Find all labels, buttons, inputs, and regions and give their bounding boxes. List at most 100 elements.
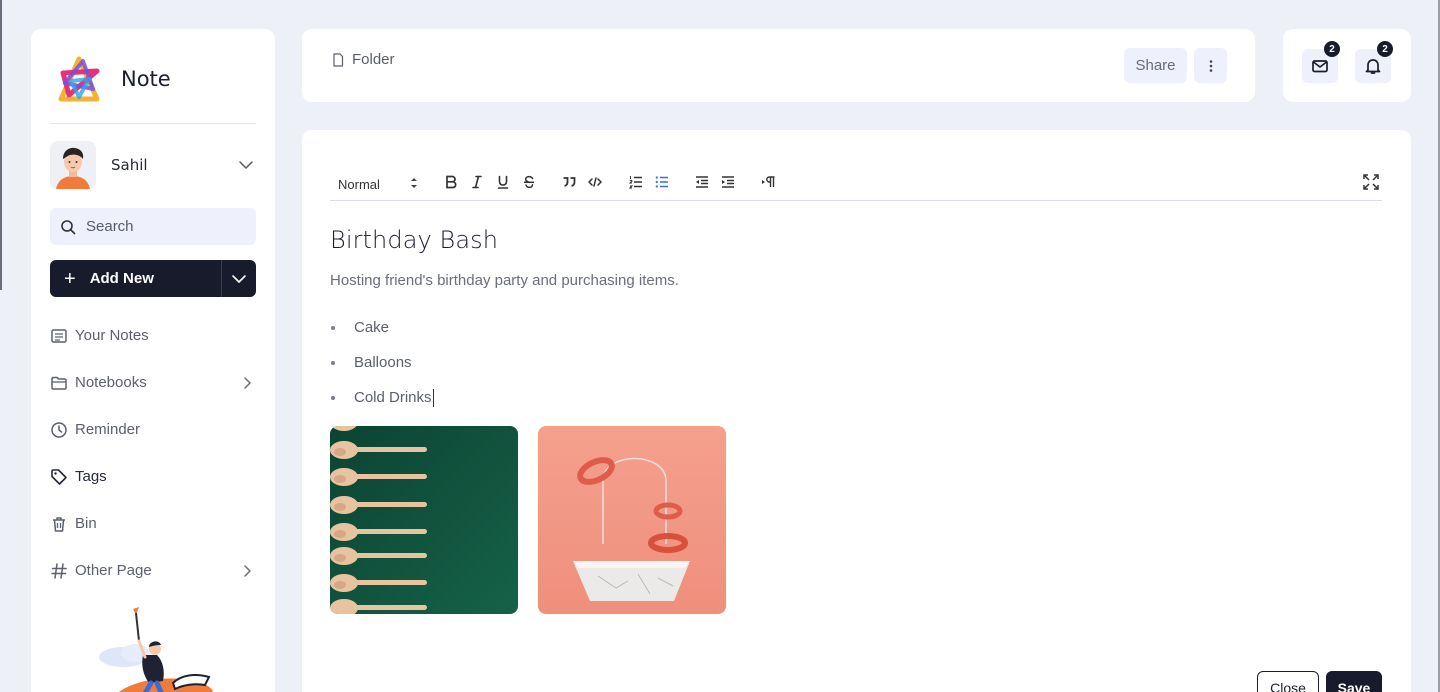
indent-icon xyxy=(722,176,734,188)
strikethrough-icon xyxy=(524,175,534,189)
add-new-label: Add New xyxy=(89,270,154,287)
user-avatar-icon xyxy=(50,141,96,189)
underline-button[interactable] xyxy=(494,173,512,191)
ordered-list-icon xyxy=(629,176,642,189)
sidebar-item-your-notes[interactable]: Your Notes xyxy=(50,312,256,359)
sidebar-item-reminder[interactable]: Reminder xyxy=(50,406,256,453)
folder-icon xyxy=(51,376,67,390)
notes-icon xyxy=(51,328,67,343)
add-new-dropdown-button[interactable] xyxy=(221,260,256,297)
select-arrows-icon xyxy=(411,178,417,188)
note-title[interactable]: Birthday Bash xyxy=(330,226,498,254)
sidebar-item-label: Tags xyxy=(75,468,107,485)
indent-button[interactable] xyxy=(719,173,737,191)
chevron-right-icon xyxy=(244,564,251,577)
mail-count-badge: 2 xyxy=(1324,41,1340,57)
note-checklist: Cake Balloons Cold Drinks xyxy=(330,310,434,415)
text-direction-button[interactable] xyxy=(760,173,778,191)
window-edge-left xyxy=(0,0,2,290)
more-options-button[interactable] xyxy=(1194,48,1227,83)
sidebar-illustration xyxy=(99,607,213,692)
code-icon xyxy=(588,177,602,187)
top-bar: Folder Share xyxy=(302,29,1255,102)
sidebar-item-tags[interactable]: Tags xyxy=(50,453,256,500)
note-editor: Normal Birthday Bash Hosting friend's bi… xyxy=(302,130,1411,692)
divider xyxy=(50,123,256,124)
hash-icon xyxy=(51,562,67,579)
ordered-list-button[interactable] xyxy=(627,173,645,191)
sidebar-item-label: Notebooks xyxy=(75,374,147,391)
search-icon xyxy=(61,219,76,234)
close-button[interactable]: Close xyxy=(1257,671,1319,692)
sidebar-item-label: Bin xyxy=(75,515,97,532)
format-select-value: Normal xyxy=(338,176,380,192)
note-image-spoons[interactable] xyxy=(330,426,518,614)
chevron-down-icon xyxy=(232,274,246,283)
search-box[interactable] xyxy=(50,208,256,245)
sidebar-item-bin[interactable]: Bin xyxy=(50,500,256,547)
chevron-down-icon[interactable] xyxy=(238,157,254,173)
tag-icon xyxy=(51,468,67,485)
list-item[interactable]: Cake xyxy=(330,310,434,345)
sidebar-item-label: Your Notes xyxy=(75,327,149,344)
note-description[interactable]: Hosting friend's birthday party and purc… xyxy=(330,272,679,289)
notification-count-badge: 2 xyxy=(1377,41,1393,57)
trash-icon xyxy=(53,516,65,532)
strikethrough-button[interactable] xyxy=(520,173,538,191)
sidebar-item-label: Other Page xyxy=(75,562,152,579)
sidebar: Note Sahil + xyxy=(31,29,275,692)
bold-button[interactable] xyxy=(442,173,460,191)
chevron-right-icon xyxy=(244,376,251,389)
notification-bar: 2 2 xyxy=(1283,29,1411,102)
bullet-list-icon xyxy=(655,176,668,188)
blockquote-button[interactable] xyxy=(560,173,578,191)
list-item[interactable]: Balloons xyxy=(330,345,434,380)
sidebar-item-notebooks[interactable]: Notebooks xyxy=(50,359,256,406)
paragraph-icon xyxy=(762,176,775,187)
list-item-text: Balloons xyxy=(354,354,412,371)
bullet-icon xyxy=(331,395,335,400)
outdent-icon xyxy=(696,176,708,188)
sidebar-nav: Your Notes Notebooks Reminder Tags Bin O… xyxy=(50,312,256,594)
code-button[interactable] xyxy=(586,173,604,191)
more-vertical-icon xyxy=(1209,59,1212,72)
list-item-text: Cold Drinks xyxy=(354,389,432,406)
bell-icon xyxy=(1365,59,1381,74)
bullet-icon xyxy=(331,325,335,330)
save-button[interactable]: Save xyxy=(1326,671,1382,692)
underline-icon xyxy=(497,175,509,189)
user-menu[interactable]: Sahil xyxy=(50,141,256,189)
sidebar-item-label: Reminder xyxy=(75,421,141,438)
bullet-list-button[interactable] xyxy=(653,173,671,191)
breadcrumb[interactable]: Folder xyxy=(332,51,395,68)
note-image-decor[interactable] xyxy=(538,426,726,614)
list-item-text: Cake xyxy=(354,319,390,336)
mail-icon xyxy=(1312,60,1328,73)
mail-button[interactable]: 2 xyxy=(1302,41,1340,83)
breadcrumb-label: Folder xyxy=(352,51,395,68)
share-button[interactable]: Share xyxy=(1124,48,1187,83)
bold-icon xyxy=(446,175,457,189)
italic-icon xyxy=(472,175,482,189)
app-logo-icon xyxy=(58,56,100,102)
sidebar-item-other-page[interactable]: Other Page xyxy=(50,547,256,594)
italic-button[interactable] xyxy=(468,173,486,191)
editor-toolbar: Normal xyxy=(330,170,1382,201)
search-input[interactable] xyxy=(86,218,236,235)
format-select[interactable]: Normal xyxy=(338,174,418,194)
user-name: Sahil xyxy=(111,156,148,174)
outdent-button[interactable] xyxy=(693,173,711,191)
app-name: Note xyxy=(121,67,171,91)
clock-icon xyxy=(51,421,67,438)
list-item[interactable]: Cold Drinks xyxy=(330,380,434,415)
plus-icon: + xyxy=(64,267,76,290)
document-icon xyxy=(333,52,344,67)
avatar xyxy=(50,141,96,189)
add-new-button[interactable]: + Add New xyxy=(50,260,221,297)
fullscreen-icon[interactable] xyxy=(1362,173,1380,191)
text-cursor xyxy=(432,388,434,407)
add-new-button-group: + Add New xyxy=(50,260,256,297)
brand[interactable]: Note xyxy=(53,53,171,105)
quote-icon xyxy=(563,177,576,187)
notifications-button[interactable]: 2 xyxy=(1355,41,1393,83)
